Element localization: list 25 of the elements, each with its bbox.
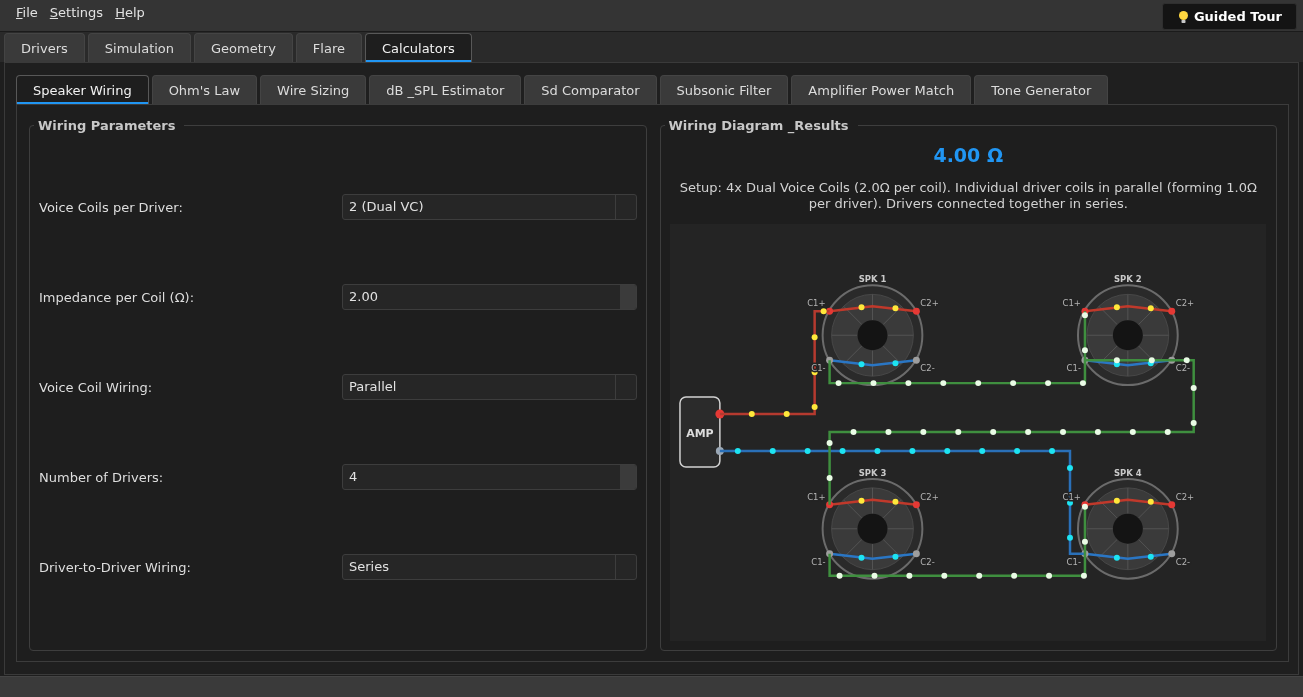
field-label: Driver-to-Driver Wiring: [39,559,192,575]
field-label: Impedance per Coil (Ω): [39,289,196,305]
speaker-label: SPK 1 [858,274,886,285]
group-title: Wiring Parameters [37,118,177,133]
terminal-label: C2+ [1175,491,1194,502]
terminal-label: C2- [1175,556,1190,567]
terminal-label: C2+ [919,491,939,502]
terminal-label: C2- [919,363,935,374]
terminal-label: C2+ [919,298,939,309]
field-label: Voice Coils per Driver: [39,199,184,215]
setup-description: Setup: 4x Dual Voice Coils (2.0Ω per coil). Individual driver coils in parallel (forming 1.0Ω per driver). Drivers connected together in series. [678,180,1258,212]
amp-label: AMP [685,427,714,440]
terminal-label: C2- [919,556,935,567]
speaker-label: SPK 3 [858,467,886,478]
field-label: Number of Drivers: [39,469,165,485]
group-title: Wiring Diagram _Results [667,118,850,133]
terminal-label: C1+ [1062,298,1081,309]
field-label: Voice Coil Wiring: [39,379,154,395]
speaker-label: SPK 2 [1113,274,1142,285]
terminal-label: C2- [1175,363,1190,374]
speaker-label: SPK 4 [1113,467,1142,478]
terminal-label: C1+ [806,298,826,309]
impedance-value: 4.00 Ω [932,143,1005,167]
terminal-label: C2+ [1175,298,1194,309]
terminal-label: C1+ [806,491,826,502]
